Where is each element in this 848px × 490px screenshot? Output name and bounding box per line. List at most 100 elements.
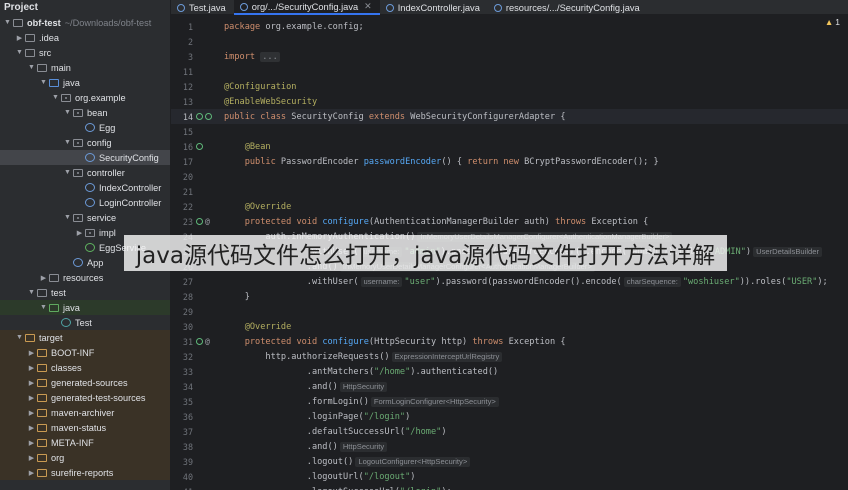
line-number[interactable]: 14 (171, 112, 193, 122)
chevron-down-icon[interactable]: ▼ (38, 304, 49, 311)
line-number[interactable]: 23 (171, 217, 193, 227)
line-number[interactable]: 20 (171, 172, 193, 182)
editor-tab[interactable]: org/.../SecurityConfig.java ✕ (233, 0, 380, 15)
tree-item[interactable]: ▶ resources (0, 270, 170, 285)
tree-item[interactable]: ▶ org (0, 450, 170, 465)
chevron-right-icon[interactable]: ▶ (26, 379, 37, 387)
code-line[interactable]: 2 (171, 34, 848, 49)
line-number[interactable]: 30 (171, 322, 193, 332)
override-icon[interactable] (196, 218, 203, 225)
chevron-right-icon[interactable]: ▶ (26, 454, 37, 462)
chevron-down-icon[interactable]: ▼ (26, 289, 37, 296)
at-icon[interactable]: @ (205, 338, 210, 346)
code-line[interactable]: 29 (171, 304, 848, 319)
tree-item[interactable]: ▼ target (0, 330, 170, 345)
tree-item[interactable]: ▼ java (0, 75, 170, 90)
code-line[interactable]: 38 .and() HttpSecurity (171, 439, 848, 454)
code-line[interactable]: 37 .defaultSuccessUrl("/home") (171, 424, 848, 439)
line-number[interactable]: 36 (171, 412, 193, 422)
tree-item[interactable]: ▶ maven-status (0, 420, 170, 435)
code-line[interactable]: 39 .logout() LogoutConfigurer<HttpSecurit… (171, 454, 848, 469)
code-line[interactable]: 35 .formLogin() FormLoginConfigurer<HttpS… (171, 394, 848, 409)
code-line[interactable]: 16 @Bean (171, 139, 848, 154)
editor-tab[interactable]: resources/.../SecurityConfig.java (488, 0, 648, 15)
chevron-down-icon[interactable]: ▼ (38, 79, 49, 86)
chevron-right-icon[interactable]: ▶ (26, 439, 37, 447)
project-panel-title[interactable]: Project (0, 0, 170, 15)
line-number[interactable]: 40 (171, 472, 193, 482)
tree-item[interactable]: ▼ main (0, 60, 170, 75)
editor-tab[interactable]: IndexController.java (380, 0, 488, 15)
line-number[interactable]: 16 (171, 142, 193, 152)
tree-item[interactable]: Test (0, 315, 170, 330)
code-line[interactable]: 15 (171, 124, 848, 139)
tree-item[interactable]: ▼ config (0, 135, 170, 150)
line-number[interactable]: 35 (171, 397, 193, 407)
line-number[interactable]: 21 (171, 187, 193, 197)
chevron-down-icon[interactable]: ▼ (62, 109, 73, 116)
line-number[interactable]: 39 (171, 457, 193, 467)
tree-item[interactable]: ▶ BOOT-INF (0, 345, 170, 360)
chevron-right-icon[interactable]: ▶ (26, 469, 37, 477)
chevron-right-icon[interactable]: ▶ (38, 274, 49, 282)
line-number[interactable]: 32 (171, 352, 193, 362)
tree-item[interactable]: ▼ obf-test ~/Downloads/obf-test (0, 15, 170, 30)
code-line[interactable]: 3 import ... (171, 49, 848, 64)
code-line[interactable]: 13 @EnableWebSecurity (171, 94, 848, 109)
search-icon[interactable] (205, 113, 212, 120)
code-line[interactable]: 41 .logoutSuccessUrl("/login"); (171, 484, 848, 490)
code-line[interactable]: 36 .loginPage("/login") (171, 409, 848, 424)
line-number[interactable]: 33 (171, 367, 193, 377)
line-number[interactable]: 28 (171, 292, 193, 302)
tree-item[interactable]: ▶ META-INF (0, 435, 170, 450)
chevron-down-icon[interactable]: ▼ (2, 19, 13, 26)
code-line[interactable]: 22 @Override (171, 199, 848, 214)
code-line[interactable]: 34 .and() HttpSecurity (171, 379, 848, 394)
line-number[interactable]: 15 (171, 127, 193, 137)
tree-item[interactable]: ▶ generated-sources (0, 375, 170, 390)
line-number[interactable]: 22 (171, 202, 193, 212)
chevron-down-icon[interactable]: ▼ (62, 169, 73, 176)
code-line[interactable]: 23 @ protected void configure(Authenticat… (171, 214, 848, 229)
line-number[interactable]: 2 (171, 37, 193, 47)
tree-item[interactable]: LoginController (0, 195, 170, 210)
tree-item[interactable]: ▼ java (0, 300, 170, 315)
tree-item[interactable]: IndexController (0, 180, 170, 195)
chevron-down-icon[interactable]: ▼ (62, 214, 73, 221)
code-line[interactable]: 14 public class SecurityConfig extends We… (171, 109, 848, 124)
line-number[interactable]: 3 (171, 52, 193, 62)
chevron-down-icon[interactable]: ▼ (62, 139, 73, 146)
tree-item[interactable]: ▼ test (0, 285, 170, 300)
line-number[interactable]: 38 (171, 442, 193, 452)
line-number[interactable]: 12 (171, 82, 193, 92)
tree-item[interactable]: ▶ generated-test-sources (0, 390, 170, 405)
code-line[interactable]: 31 @ protected void configure(HttpSecurit… (171, 334, 848, 349)
tree-item[interactable]: Egg (0, 120, 170, 135)
chevron-right-icon[interactable]: ▶ (26, 409, 37, 417)
tree-item[interactable]: ▼ controller (0, 165, 170, 180)
chevron-down-icon[interactable]: ▼ (14, 49, 25, 56)
bean-icon[interactable] (196, 143, 203, 150)
tree-item[interactable]: ▼ bean (0, 105, 170, 120)
line-number[interactable]: 29 (171, 307, 193, 317)
chevron-down-icon[interactable]: ▼ (50, 94, 61, 101)
chevron-right-icon[interactable]: ▶ (26, 394, 37, 402)
line-number[interactable]: 31 (171, 337, 193, 347)
chevron-right-icon[interactable]: ▶ (26, 349, 37, 357)
code-line[interactable]: 33 .antMatchers("/home").authenticated() (171, 364, 848, 379)
tree-item[interactable]: ▶ surefire-reports (0, 465, 170, 480)
tree-item[interactable]: ▶ classes (0, 360, 170, 375)
code-line[interactable]: 11 (171, 64, 848, 79)
code-line[interactable]: 30 @Override (171, 319, 848, 334)
tree-item[interactable]: SecurityConfig (0, 150, 170, 165)
line-number[interactable]: 37 (171, 427, 193, 437)
tree-item[interactable]: ▼ service (0, 210, 170, 225)
editor-tab[interactable]: Test.java (171, 0, 234, 15)
code-line[interactable]: 28 } (171, 289, 848, 304)
code-line[interactable]: 40 .logoutUrl("/logout") (171, 469, 848, 484)
close-icon[interactable]: ✕ (364, 1, 372, 12)
code-line[interactable]: 20 (171, 169, 848, 184)
override-icon[interactable] (196, 338, 203, 345)
chevron-right-icon[interactable]: ▶ (74, 229, 85, 237)
code-line[interactable]: 32 http.authorizeRequests() ExpressionInt… (171, 349, 848, 364)
